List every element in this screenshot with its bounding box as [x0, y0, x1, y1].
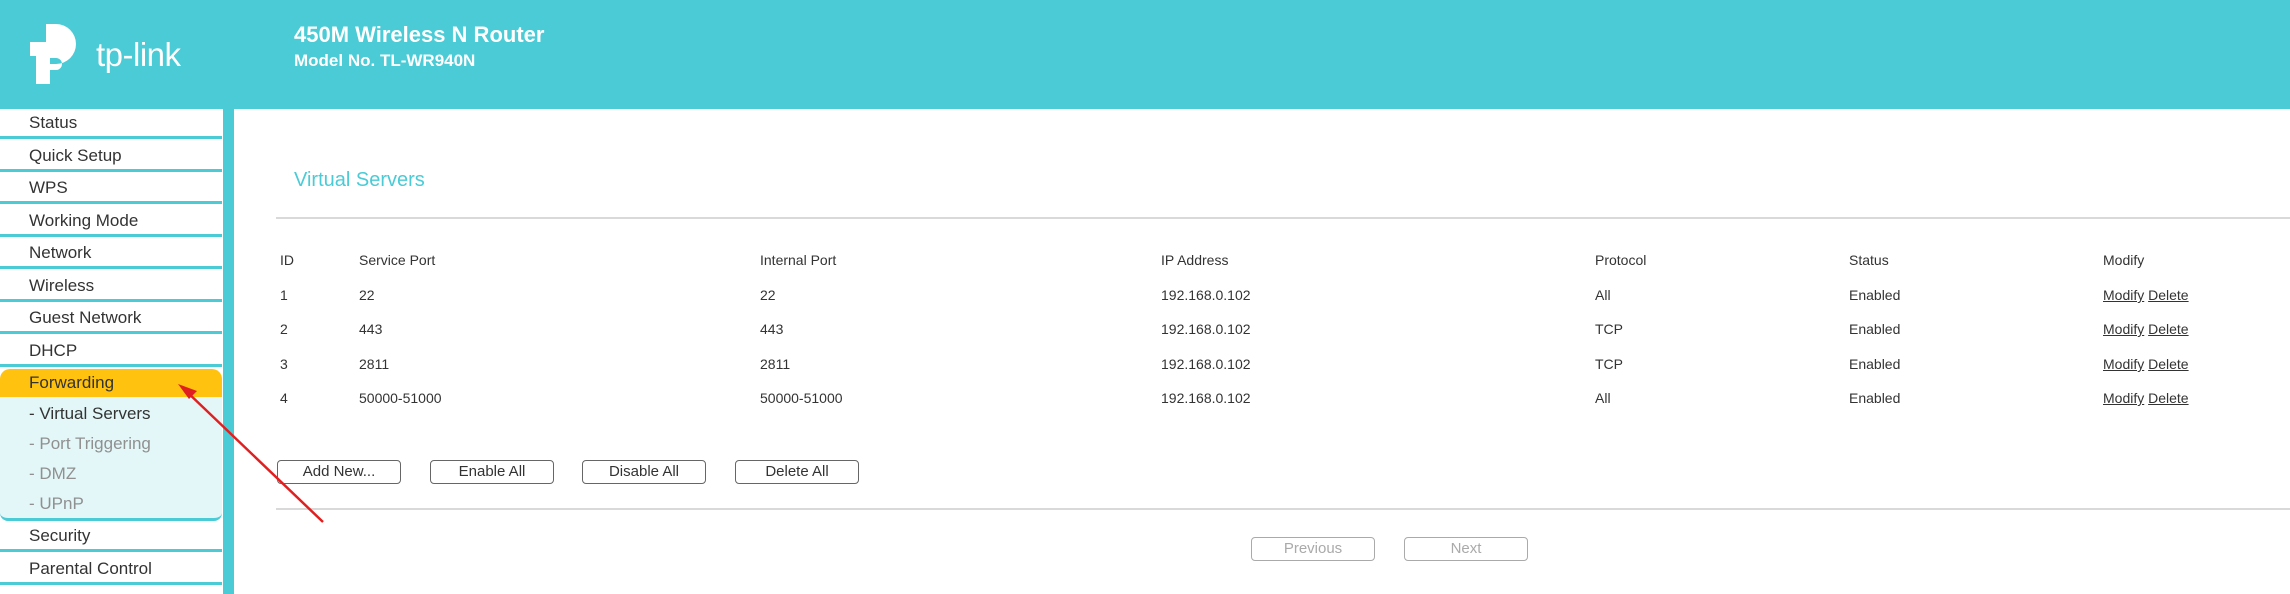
cell-protocol: TCP — [1595, 356, 1623, 372]
cell-ip-address: 192.168.0.102 — [1161, 287, 1251, 303]
model-number: Model No. TL-WR940N — [294, 51, 476, 70]
page-title: Virtual Servers — [294, 169, 425, 191]
submenu-upnp[interactable]: - UPnP — [29, 494, 84, 514]
cell-status: Enabled — [1849, 287, 1901, 303]
cell-protocol: TCP — [1595, 321, 1623, 337]
modify-link[interactable]: Modify — [2103, 321, 2144, 337]
sidebar-item-guest-network[interactable]: Guest Network — [0, 304, 222, 334]
cell-service-port: 443 — [359, 321, 383, 337]
sidebar: Status Quick Setup WPS Working Mode Netw… — [0, 109, 223, 594]
sidebar-item-parental-control[interactable]: Parental Control — [0, 555, 222, 585]
sidebar-item-wireless[interactable]: Wireless — [0, 272, 222, 302]
tp-link-logo: tp-link — [28, 22, 198, 86]
main-content: Virtual Servers ID Service Port Internal… — [234, 109, 2290, 594]
buttons-divider — [276, 508, 2290, 510]
delete-all-button[interactable]: Delete All — [735, 460, 859, 484]
cell-protocol: All — [1595, 287, 1611, 303]
cell-ip-address: 192.168.0.102 — [1161, 390, 1251, 406]
cell-internal-port: 443 — [760, 321, 784, 337]
forwarding-submenu: - Virtual Servers - Port Triggering - DM… — [0, 397, 222, 521]
cell-status: Enabled — [1849, 356, 1901, 372]
add-new-button[interactable]: Add New... — [277, 460, 401, 484]
modify-link[interactable]: Modify — [2103, 356, 2144, 372]
cell-internal-port: 2811 — [760, 356, 791, 372]
cell-internal-port: 50000-51000 — [760, 390, 843, 406]
column-header-id: ID — [280, 252, 294, 268]
cell-id: 2 — [280, 321, 288, 337]
sidebar-item-forwarding[interactable]: Forwarding — [0, 369, 222, 399]
submenu-port-triggering[interactable]: - Port Triggering — [29, 434, 151, 454]
cell-internal-port: 22 — [760, 287, 776, 303]
delete-link[interactable]: Delete — [2148, 356, 2188, 372]
brand-name: tp-link — [96, 36, 181, 73]
delete-link[interactable]: Delete — [2148, 321, 2188, 337]
tp-link-logo-icon — [30, 24, 76, 84]
enable-all-button[interactable]: Enable All — [430, 460, 554, 484]
cell-ip-address: 192.168.0.102 — [1161, 321, 1251, 337]
cell-id: 1 — [280, 287, 288, 303]
cell-protocol: All — [1595, 390, 1611, 406]
delete-link[interactable]: Delete — [2148, 287, 2188, 303]
sidebar-item-quick-setup[interactable]: Quick Setup — [0, 142, 222, 172]
disable-all-button[interactable]: Disable All — [582, 460, 706, 484]
previous-button[interactable]: Previous — [1251, 537, 1375, 561]
column-header-protocol: Protocol — [1595, 252, 1647, 268]
sidebar-item-network[interactable]: Network — [0, 239, 222, 269]
sidebar-item-security[interactable]: Security — [0, 522, 222, 552]
modify-link[interactable]: Modify — [2103, 390, 2144, 406]
column-header-internal-port: Internal Port — [760, 252, 837, 268]
title-divider — [276, 217, 2290, 219]
column-header-service-port: Service Port — [359, 252, 436, 268]
cell-service-port: 22 — [359, 287, 375, 303]
product-title: 450M Wireless N Router — [294, 22, 545, 47]
column-header-modify: Modify — [2103, 252, 2145, 268]
cell-status: Enabled — [1849, 321, 1901, 337]
sidebar-item-dhcp[interactable]: DHCP — [0, 337, 222, 367]
cell-service-port: 50000-51000 — [359, 390, 442, 406]
cell-id: 4 — [280, 390, 288, 406]
header-bar: tp-link 450M Wireless N Router Model No.… — [0, 0, 2290, 109]
cell-ip-address: 192.168.0.102 — [1161, 356, 1251, 372]
cell-id: 3 — [280, 356, 288, 372]
cell-status: Enabled — [1849, 390, 1901, 406]
modify-link[interactable]: Modify — [2103, 287, 2144, 303]
sidebar-item-wps[interactable]: WPS — [0, 174, 222, 204]
sidebar-item-working-mode[interactable]: Working Mode — [0, 207, 222, 237]
column-header-status: Status — [1849, 252, 1889, 268]
column-header-ip-address: IP Address — [1161, 252, 1229, 268]
delete-link[interactable]: Delete — [2148, 390, 2188, 406]
submenu-dmz[interactable]: - DMZ — [29, 464, 76, 484]
sidebar-item-status[interactable]: Status — [0, 109, 222, 139]
submenu-virtual-servers[interactable]: - Virtual Servers — [29, 404, 151, 424]
cell-service-port: 2811 — [359, 356, 390, 372]
next-button[interactable]: Next — [1404, 537, 1528, 561]
sidebar-divider — [223, 109, 234, 594]
